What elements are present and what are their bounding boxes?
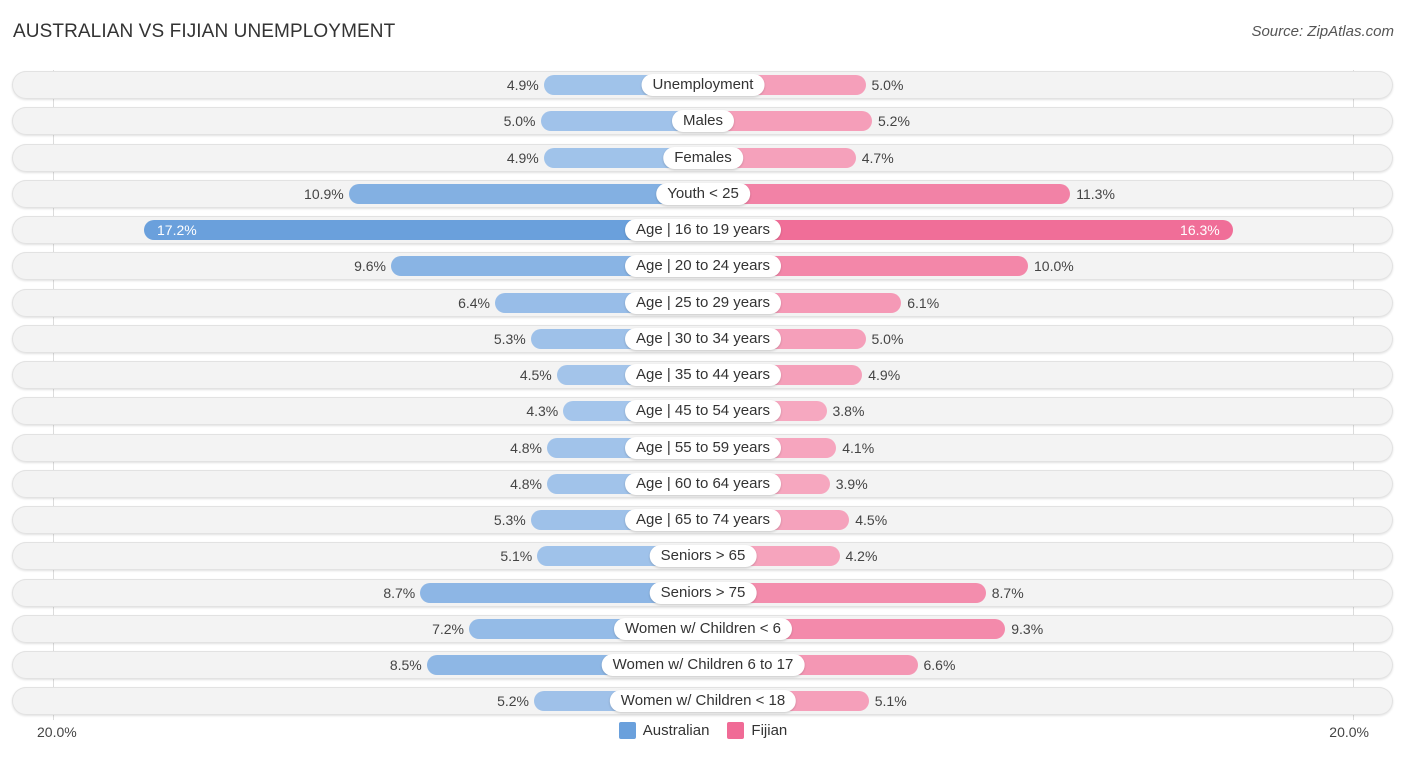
bar-australian[interactable] [144,220,703,240]
legend-swatch-australian [618,722,636,739]
value-label-australian: 17.2% [157,222,197,238]
category-label: Females [663,146,743,169]
value-label-fijian: 5.1% [874,693,907,710]
legend: Australian Fijian [0,722,1406,739]
value-label-australian: 9.6% [354,258,386,275]
category-label: Age | 20 to 24 years [625,255,781,278]
category-label: Youth < 25 [656,182,750,205]
value-label-fijian: 5.2% [878,113,910,130]
value-label-fijian: 4.9% [868,367,901,383]
category-label: Unemployment [641,74,765,96]
value-label-fijian: 4.5% [855,512,888,528]
legend-item-fijian[interactable]: Fijian [727,722,787,739]
value-label-australian: 4.9% [506,77,539,93]
value-label-australian: 5.2% [497,693,529,710]
value-label-australian: 5.1% [500,548,533,565]
value-label-fijian: 4.2% [845,548,878,565]
bar-australian[interactable] [348,183,703,204]
category-label: Women w/ Children 6 to 17 [601,654,805,676]
value-label-australian: 4.9% [506,149,539,166]
category-label: Age | 25 to 29 years [625,291,781,314]
category-label: Age | 30 to 34 years [625,327,781,350]
value-label-australian: 4.8% [510,475,542,492]
value-label-australian: 7.2% [432,620,464,637]
category-label: Age | 60 to 64 years [625,472,781,495]
category-label: Women w/ Children < 18 [609,690,797,713]
legend-swatch-fijian [727,722,745,739]
value-label-australian: 4.5% [519,367,552,383]
value-label-fijian: 3.9% [835,475,868,492]
category-label: Age | 16 to 19 years [625,219,781,241]
value-label-australian: 10.9% [304,185,344,202]
legend-label-fijian: Fijian [751,722,788,739]
value-label-fijian: 3.8% [832,403,865,420]
value-label-fijian: 5.0% [871,77,904,93]
category-label: Age | 65 to 74 years [625,509,781,531]
category-label: Seniors > 65 [649,545,757,568]
legend-item-australian[interactable]: Australian [618,722,710,739]
category-label: Males [671,110,735,133]
bar-fijian[interactable] [703,183,1071,204]
value-label-fijian: 8.7% [991,584,1024,601]
value-label-australian: 5.0% [503,113,536,130]
value-label-fijian: 4.7% [861,149,894,166]
value-label-fijian: 11.3% [1076,185,1115,202]
value-label-australian: 8.7% [383,584,416,601]
chart-area: 4.9% 5.0% Unemployment 5.0% 5.2% Males 4.9% 4.7… [0,0,1406,757]
value-label-australian: 8.5% [389,657,422,673]
value-label-fijian: 9.3% [1011,620,1044,637]
category-label: Women w/ Children < 6 [613,617,793,640]
value-label-australian: 4.3% [526,403,559,420]
category-label: Seniors > 75 [649,581,757,604]
legend-label-australian: Australian [642,722,710,739]
value-label-fijian: 6.1% [907,294,940,311]
category-label: Age | 45 to 54 years [625,400,781,423]
value-label-australian: 4.8% [510,439,542,456]
bar-fijian[interactable] [703,220,1233,240]
value-label-fijian: 16.3% [1180,222,1220,238]
value-label-australian: 5.3% [493,330,526,347]
value-label-fijian: 6.6% [923,657,956,673]
category-label: Age | 55 to 59 years [625,436,781,459]
value-label-australian: 5.3% [493,512,526,528]
value-label-fijian: 5.0% [871,330,904,347]
value-label-australian: 6.4% [458,294,490,311]
value-label-fijian: 10.0% [1034,258,1074,275]
value-label-fijian: 4.1% [842,439,875,456]
category-label: Age | 35 to 44 years [625,364,781,386]
